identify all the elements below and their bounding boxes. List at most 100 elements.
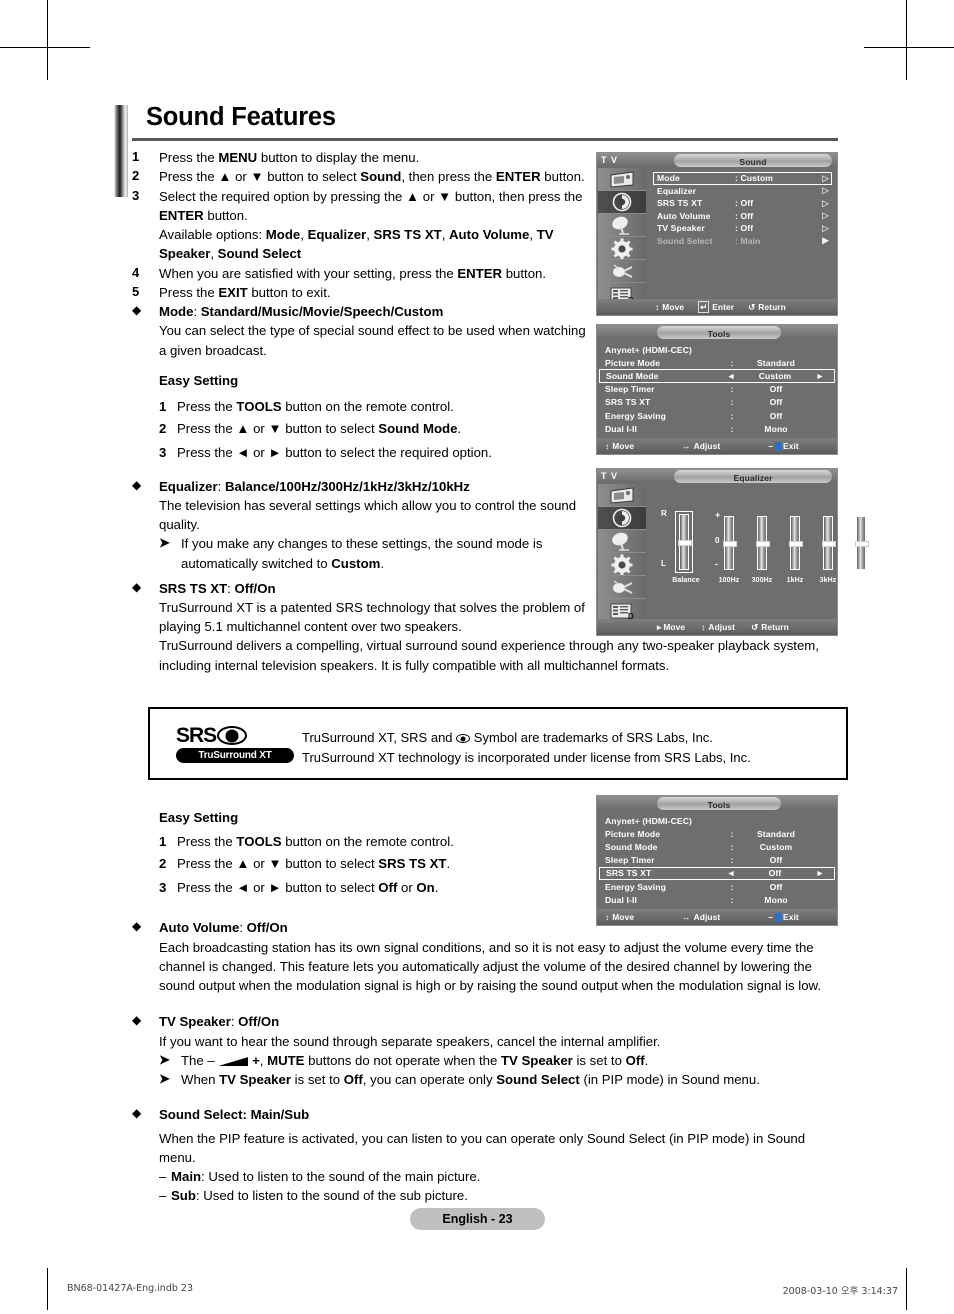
bullet-mode-body: You can select the type of special sound… bbox=[159, 323, 586, 358]
slider-knob[interactable] bbox=[723, 541, 737, 547]
slider-300hz[interactable] bbox=[756, 516, 770, 570]
tools-row-dual[interactable]: Dual I-II : Mono bbox=[599, 893, 835, 906]
osd-tools-footer-2: ↕ Move ↔ Adjust – Exit bbox=[597, 909, 837, 925]
step-number: 1 bbox=[132, 149, 140, 164]
osd-title: Equalizer bbox=[733, 472, 773, 483]
bullet-sound-select-heading: Sound Select: Main/Sub bbox=[159, 1107, 310, 1123]
tools-row-picture-mode[interactable]: Picture Mode : Standard bbox=[599, 356, 835, 369]
sub-step-number: 2 bbox=[159, 855, 167, 871]
slider-knob[interactable] bbox=[789, 541, 803, 547]
sidebar-item-picture[interactable] bbox=[598, 484, 646, 507]
mode-easy-setting-heading: Easy Setting bbox=[159, 372, 239, 388]
tools-row-sep: : bbox=[730, 410, 734, 421]
tools-row-label: Picture Mode bbox=[605, 357, 661, 368]
sidebar-item-sound[interactable] bbox=[598, 507, 646, 530]
slider-knob[interactable] bbox=[855, 541, 869, 547]
bullet-equalizer: ◆ Equalizer: Balance/100Hz/300Hz/1kHz/3k… bbox=[132, 477, 587, 573]
plug-icon bbox=[613, 580, 633, 594]
footer-label-move: Move bbox=[612, 912, 635, 922]
osd-title-pill: Tools bbox=[657, 797, 781, 810]
bullet-auto-volume-body: Each broadcasting station has its own si… bbox=[159, 939, 822, 994]
step-text: When you are satisfied with your setting… bbox=[159, 265, 547, 281]
slider-knob[interactable] bbox=[756, 541, 770, 547]
slider-balance[interactable] bbox=[678, 514, 692, 570]
sidebar-item-sound[interactable] bbox=[598, 191, 646, 214]
mode-easy-step: 2 Press the ▲ or ▼ button to select Soun… bbox=[159, 419, 587, 439]
bullet-mode: ◆ Mode: Standard/Music/Movie/Speech/Cust… bbox=[132, 302, 587, 464]
return-icon: ↺ bbox=[748, 302, 756, 312]
step-2: 2 Press the ▲ or ▼ button to select Soun… bbox=[132, 167, 587, 186]
tools-row-value: Off bbox=[768, 868, 782, 879]
enter-icon: ↵ bbox=[698, 301, 710, 313]
slider-label-10khz: 10kHz bbox=[851, 577, 873, 584]
sidebar-item-channel[interactable] bbox=[598, 214, 646, 237]
bullet-mode-heading: Mode: Standard/Music/Movie/Speech/Custom bbox=[159, 304, 444, 320]
bullet-auto-volume: ◆ Auto Volume: Off/On Each broadcasting … bbox=[132, 918, 844, 995]
tools-row-anynet[interactable]: Anynet+ (HDMI-CEC) bbox=[599, 343, 835, 356]
bullet-srs-body-2-row: TruSurround delivers a compelling, virtu… bbox=[132, 636, 844, 675]
slider-1khz[interactable] bbox=[789, 516, 803, 570]
srs-easy-setting-heading: Easy Setting bbox=[159, 810, 239, 825]
sidebar-item-setup[interactable] bbox=[598, 237, 646, 260]
osd-row-equalizer[interactable]: Equalizer ▷ bbox=[653, 185, 832, 198]
tools-row-srs-ts-xt[interactable]: SRS TS XT ◄ Off ► bbox=[599, 866, 835, 880]
plus-symbol-right: + bbox=[869, 510, 875, 520]
sidebar-item-picture[interactable] bbox=[598, 168, 646, 191]
tools-row-sleep-timer[interactable]: Sleep Timer : Off bbox=[599, 383, 835, 396]
return-icon: ↺ bbox=[751, 622, 759, 632]
step-number: 4 bbox=[132, 264, 140, 280]
slider-100hz[interactable] bbox=[723, 516, 737, 570]
tools-row-value: Off bbox=[769, 410, 783, 421]
osd-sound-footer: ↕ Move ↵ Enter ↺ Return bbox=[597, 299, 837, 315]
digital-list-icon: D bbox=[610, 603, 634, 620]
tools-row-picture-mode[interactable]: Picture Mode : Standard bbox=[599, 827, 835, 840]
tools-row-value: Standard bbox=[756, 357, 796, 368]
tools-row-label: Anynet+ (HDMI-CEC) bbox=[605, 344, 693, 355]
tools-row-label: Sound Mode bbox=[606, 370, 659, 381]
srs-line1-a: TruSurround XT, SRS and bbox=[302, 730, 457, 745]
left-arrow-icon[interactable]: ◄ bbox=[724, 371, 738, 381]
tools-row-sound-mode[interactable]: Sound Mode ◄ Custom ► bbox=[599, 369, 835, 383]
slider-10khz[interactable] bbox=[855, 516, 869, 570]
sidebar-item-input[interactable] bbox=[598, 260, 646, 283]
srs-easy-step: 3 Press the ◄ or ► button to select Off … bbox=[159, 878, 587, 898]
osd-row-srs-ts-xt[interactable]: SRS TS XT : Off ▷ bbox=[653, 197, 832, 210]
page-title: Sound Features bbox=[146, 103, 336, 131]
tools-row-energy-saving[interactable]: Energy Saving : Off bbox=[599, 880, 835, 893]
step-text: Select the required option by pressing t… bbox=[159, 188, 583, 223]
osd-row-tv-speaker[interactable]: TV Speaker : Off ▷ bbox=[653, 222, 832, 235]
tools-row-sleep-timer[interactable]: Sleep Timer : Off bbox=[599, 854, 835, 867]
footer-label-adjust: Adjust bbox=[708, 622, 736, 632]
osd-row-auto-volume[interactable]: Auto Volume : Off ▷ bbox=[653, 210, 832, 223]
sub-step-text: Press the TOOLS button on the remote con… bbox=[177, 399, 454, 415]
tools-row-value: Off bbox=[769, 384, 783, 395]
left-arrow-icon[interactable]: ◄ bbox=[724, 868, 738, 878]
slider-3khz[interactable] bbox=[822, 516, 836, 570]
tools-row-energy-saving[interactable]: Energy Saving : Off bbox=[599, 409, 835, 422]
bullet-sound-select-body: When the PIP feature is activated, you c… bbox=[159, 1130, 806, 1165]
slider-knob[interactable] bbox=[822, 541, 836, 547]
sidebar-item-channel[interactable] bbox=[598, 530, 646, 553]
footer-label-exit: Exit bbox=[783, 441, 799, 451]
osd-row-arrow-icon: ▷ bbox=[822, 172, 829, 183]
right-arrow-icon[interactable]: ► bbox=[812, 868, 828, 878]
sidebar-item-setup[interactable] bbox=[598, 553, 646, 576]
tools-row-sound-mode[interactable]: Sound Mode : Custom bbox=[599, 840, 835, 853]
footer-rule-left bbox=[47, 1268, 48, 1310]
right-arrow-icon[interactable]: ► bbox=[812, 371, 828, 381]
osd-tools-rows-1: Anynet+ (HDMI-CEC) Picture Mode : Standa… bbox=[599, 343, 835, 435]
sidebar-item-input[interactable] bbox=[598, 576, 646, 599]
osd-row-mode[interactable]: Mode : Custom ▷ bbox=[653, 172, 832, 185]
adjust-icon: ↕ bbox=[701, 622, 706, 632]
tools-row-dual[interactable]: Dual I-II : Mono bbox=[599, 422, 835, 435]
equalizer-note-text: If you make any changes to these setting… bbox=[181, 536, 543, 571]
tools-row-srs-ts-xt[interactable]: SRS TS XT : Off bbox=[599, 396, 835, 409]
srs-trademark-text: TruSurround XT, SRS and Symbol are trade… bbox=[302, 728, 832, 768]
osd-title: Tools bbox=[707, 799, 731, 810]
footer-rule-right bbox=[906, 1268, 907, 1310]
tv-speaker-note-2: ➤ When TV Speaker is set to Off, you can… bbox=[159, 1070, 844, 1089]
plug-icon bbox=[613, 264, 633, 278]
osd-row-sound-select[interactable]: Sound Select : Main ▶ bbox=[653, 235, 832, 248]
slider-knob[interactable] bbox=[678, 540, 692, 546]
tools-row-anynet[interactable]: Anynet+ (HDMI-CEC) bbox=[599, 814, 835, 827]
